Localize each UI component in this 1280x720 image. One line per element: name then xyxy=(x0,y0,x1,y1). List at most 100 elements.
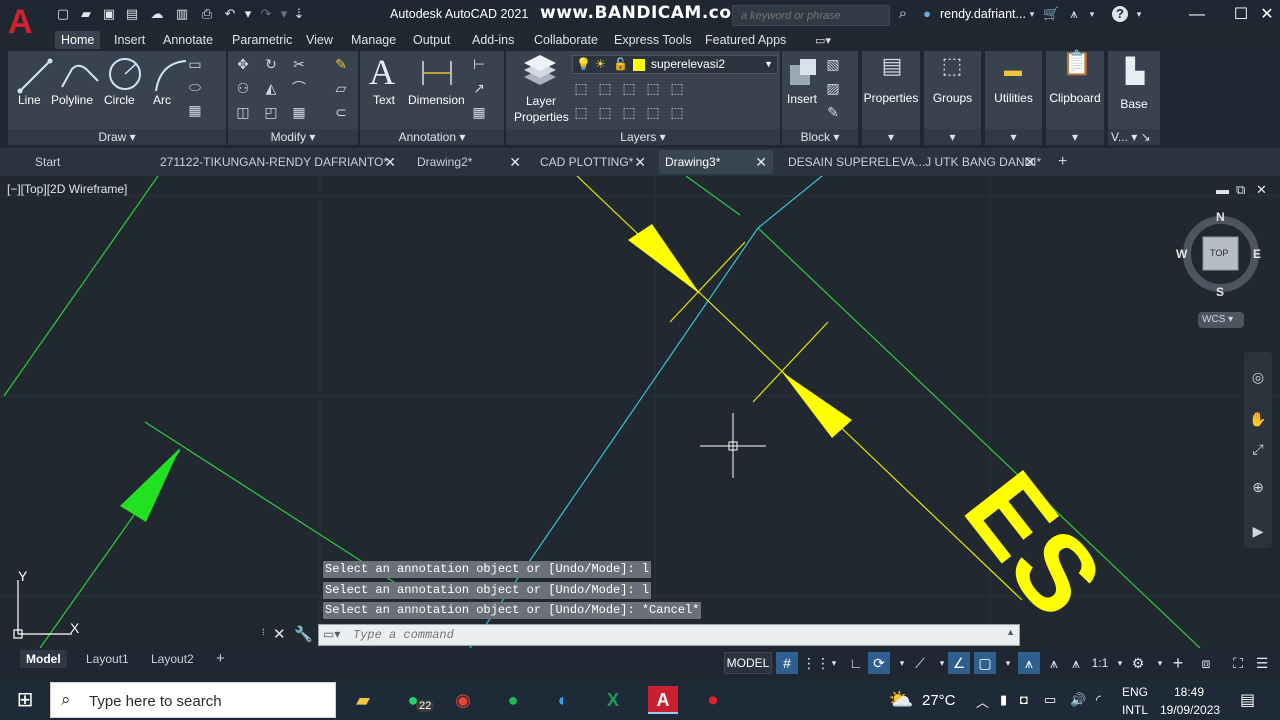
taskbar-search[interactable]: ⌕ Type here to search xyxy=(50,682,336,718)
insert-block-icon[interactable] xyxy=(788,57,820,87)
tab-home[interactable]: Home xyxy=(55,31,101,50)
tab-insert[interactable]: Insert xyxy=(108,31,151,50)
orbit-icon[interactable]: ⊕ xyxy=(1249,478,1267,496)
workspace-gear-icon[interactable]: ⚙ xyxy=(1128,652,1148,674)
object-snap-tracking-icon[interactable]: ∠ xyxy=(948,652,970,674)
file-explorer-icon[interactable]: ▰ xyxy=(348,686,378,714)
pan-icon[interactable]: ✋ xyxy=(1249,410,1267,428)
command-line[interactable]: ▭▾ ▲ xyxy=(318,624,1020,646)
search-icon[interactable]: ⌕ xyxy=(895,6,911,22)
compass-west[interactable]: W xyxy=(1176,247,1187,261)
layer-tool-3-icon[interactable]: ⬚ xyxy=(620,79,638,97)
ellipse-icon[interactable]: ⬭ xyxy=(186,78,204,96)
explode-icon[interactable]: ▱ xyxy=(332,79,350,97)
weather-icon[interactable]: ⛅ xyxy=(886,686,916,714)
snap-dropdown-icon[interactable]: ▾ xyxy=(824,652,844,674)
clipboard-tile[interactable]: 📋 Clipboard ▾ xyxy=(1046,51,1104,145)
autodesk-a360-icon[interactable]: ⩚ xyxy=(1066,6,1082,22)
clock-date[interactable]: 19/09/2023 xyxy=(1160,703,1220,717)
modify-panel-label[interactable]: Modify ▾ xyxy=(228,129,358,145)
open-folder-icon[interactable]: ▰ xyxy=(78,6,94,22)
save-icon[interactable]: ▣ xyxy=(101,6,117,22)
edge-icon[interactable]: ◐ xyxy=(548,686,578,714)
autocad-logo[interactable]: A xyxy=(8,2,42,42)
layer-tool-1-icon[interactable]: ⬚ xyxy=(572,79,590,97)
layer-tool-7-icon[interactable]: ⬚ xyxy=(596,103,614,121)
file-tab-drawing2[interactable]: Drawing2* ✕ xyxy=(411,150,527,174)
tab-collaborate[interactable]: Collaborate xyxy=(528,31,604,50)
arc-button[interactable]: Arc xyxy=(153,93,171,107)
utilities-expand[interactable]: ▾ xyxy=(985,129,1042,145)
layer-tool-2-icon[interactable]: ⬚ xyxy=(596,79,614,97)
volume-icon[interactable]: 🔊 xyxy=(1070,692,1086,708)
annotation-scale-value[interactable]: 1:1 xyxy=(1090,652,1110,674)
file-tab-start[interactable]: Start xyxy=(29,150,139,174)
tab-add-ins[interactable]: Add-ins xyxy=(466,31,520,50)
layer-label-2[interactable]: Properties xyxy=(514,110,569,124)
tab-annotate[interactable]: Annotate xyxy=(157,31,219,50)
notifications-icon[interactable]: ▤ xyxy=(1240,690,1255,710)
show-hidden-icons[interactable]: ︿ xyxy=(976,692,989,711)
edit-block-icon[interactable]: ▨ xyxy=(824,79,842,97)
zoom-extents-icon[interactable]: ⤢ xyxy=(1249,440,1267,458)
close-button[interactable]: ✕ xyxy=(1250,2,1280,28)
polyline-button[interactable]: Polyline xyxy=(51,93,93,107)
redo-dropdown-icon[interactable]: ▾ xyxy=(276,6,292,22)
spotify-icon[interactable]: ● xyxy=(498,686,528,714)
annotation-monitor-icon[interactable]: + xyxy=(1168,652,1188,674)
insert-button[interactable]: Insert xyxy=(787,92,817,106)
cloud-save-icon[interactable]: ▥ xyxy=(174,6,190,22)
block-panel-label[interactable]: Block ▾ xyxy=(782,129,858,145)
mirror-icon[interactable]: ◭ xyxy=(262,79,280,97)
offset-icon[interactable]: ⊂ xyxy=(332,103,350,121)
steering-wheel-icon[interactable]: ◎ xyxy=(1249,368,1267,386)
language-code[interactable]: ENG xyxy=(1122,685,1148,699)
layer-tool-9-icon[interactable]: ⬚ xyxy=(644,103,662,121)
viewcube-top-face[interactable]: TOP xyxy=(1210,248,1228,258)
autocad-taskbar-icon[interactable]: A xyxy=(648,686,678,714)
camera-icon[interactable]: ◘ xyxy=(1020,692,1028,707)
save-as-icon[interactable]: ▤ xyxy=(124,6,140,22)
groups-expand[interactable]: ▾ xyxy=(924,129,981,145)
viewport-minimize-icon[interactable]: ▬ xyxy=(1216,182,1229,197)
layer-tool-4-icon[interactable]: ⬚ xyxy=(644,79,662,97)
circle-button[interactable]: Circle xyxy=(104,93,135,107)
properties-expand[interactable]: ▾ xyxy=(862,129,920,145)
excel-icon[interactable]: X xyxy=(598,686,628,714)
new-tab-button[interactable]: + xyxy=(1052,150,1076,174)
viewport-controls-label[interactable]: [−][Top][2D Wireframe] xyxy=(7,182,127,196)
add-layout-button[interactable]: + xyxy=(210,650,231,668)
rotate-icon[interactable]: ↻ xyxy=(262,55,280,73)
base-label[interactable]: Base xyxy=(1108,97,1160,111)
layer-label-1[interactable]: Layer xyxy=(526,94,556,108)
command-expand-icon[interactable]: ▲ xyxy=(1006,627,1015,637)
close-command-line-icon[interactable]: ✕ xyxy=(273,625,286,643)
clock-time[interactable]: 18:49 xyxy=(1174,685,1204,699)
polar-toggle-icon[interactable]: ⟳ xyxy=(868,652,890,674)
customization-menu-icon[interactable]: ☰ xyxy=(1252,652,1272,674)
linear-dimension-icon[interactable]: ⊢ xyxy=(470,55,488,73)
battery-icon[interactable]: ▭ xyxy=(1044,692,1056,708)
isolate-objects-icon[interactable]: ⧈ xyxy=(1196,652,1216,674)
tab-parametric[interactable]: Parametric xyxy=(226,31,298,50)
viewport-restore-icon[interactable]: ⧉ xyxy=(1236,182,1245,198)
create-block-icon[interactable]: ▧ xyxy=(824,55,842,73)
search-input[interactable] xyxy=(733,6,889,26)
fullscreen-icon[interactable]: ⛶ xyxy=(1228,652,1248,674)
layer-dropdown[interactable]: 💡 ☀ 🔓 superelevasi2 ▼ xyxy=(572,55,778,74)
file-tab-desain-superelevasi[interactable]: DESAIN SUPERELEVA...J UTK BANG DANDI* ✕ xyxy=(782,150,1042,174)
auto-scale-icon[interactable]: ⩚ xyxy=(1044,652,1064,674)
customize-command-icon[interactable]: 🔧 xyxy=(294,625,313,643)
tab-output[interactable]: Output xyxy=(407,31,457,50)
layout-tab-layout1[interactable]: Layout1 xyxy=(80,650,135,668)
help-icon[interactable]: ? xyxy=(1112,6,1128,22)
move-icon[interactable]: ✥ xyxy=(234,55,252,73)
fillet-icon[interactable]: ⌒ xyxy=(290,79,308,97)
cart-icon[interactable]: 🛒 xyxy=(1043,6,1059,22)
compass-north[interactable]: N xyxy=(1216,210,1225,224)
keyboard-layout[interactable]: INTL xyxy=(1122,703,1148,717)
user-dropdown-icon[interactable]: ▾ xyxy=(1024,6,1040,22)
windows-start-icon[interactable]: ⊞ xyxy=(10,686,40,714)
command-history-icon[interactable]: ▭▾ xyxy=(323,627,340,641)
showmotion-icon[interactable]: ▶ xyxy=(1249,522,1267,540)
